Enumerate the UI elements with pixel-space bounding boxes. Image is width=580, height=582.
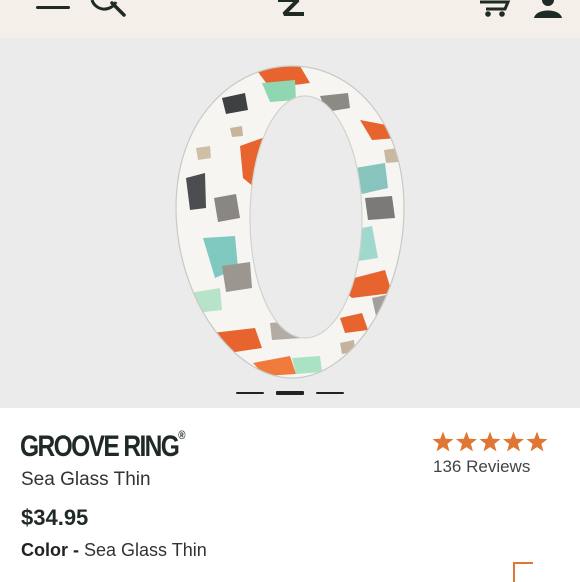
carousel-dot-2[interactable] — [276, 391, 304, 395]
carousel-indicators — [0, 391, 580, 397]
star-icon — [503, 431, 524, 452]
carousel-dot-3[interactable] — [316, 392, 344, 394]
star-icon — [432, 431, 454, 452]
search-icon[interactable] — [88, 0, 128, 18]
star-icon — [456, 431, 477, 452]
registered-mark: ® — [178, 428, 186, 442]
account-icon[interactable] — [530, 0, 566, 18]
brand-text: GROOVE RING — [20, 430, 180, 463]
menu-icon[interactable] — [36, 0, 72, 14]
cart-icon[interactable] — [478, 0, 514, 18]
product-image-gallery[interactable] — [0, 38, 580, 408]
color-label: Color - — [21, 540, 79, 560]
brand-name: GROOVE RING® — [20, 428, 186, 464]
star-icon — [479, 431, 501, 452]
product-price: $34.95 — [21, 505, 89, 530]
rating-stars[interactable] — [432, 431, 550, 453]
star-icon — [526, 431, 548, 452]
color-value: Sea Glass Thin — [84, 540, 207, 560]
product-image — [175, 65, 405, 379]
reviews-link[interactable]: 136 Reviews — [433, 457, 530, 477]
color-selection-row: Color - Sea Glass Thin — [21, 540, 207, 561]
logo-mark[interactable] — [276, 0, 308, 16]
carousel-dot-1[interactable] — [236, 392, 264, 394]
product-title: Sea Glass Thin — [21, 469, 151, 490]
bracket-icon — [513, 562, 533, 582]
top-header-bar — [0, 0, 580, 38]
